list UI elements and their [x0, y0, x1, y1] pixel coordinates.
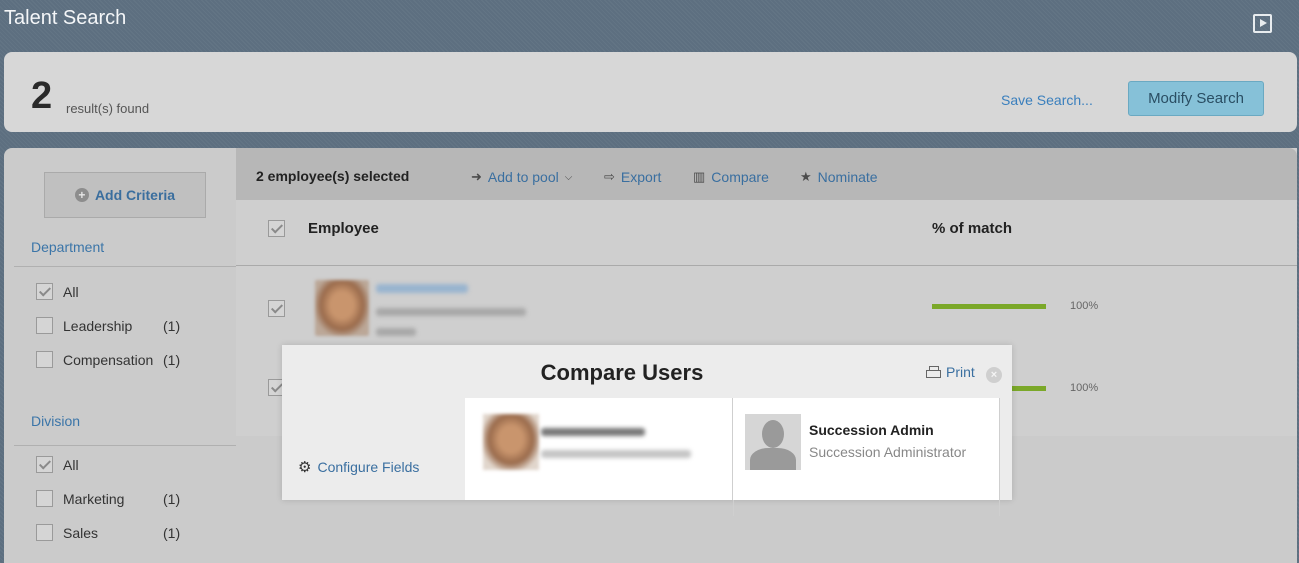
- facet-row-department-all[interactable]: All: [36, 283, 163, 300]
- bar-chart-icon: ▥: [693, 169, 706, 184]
- facet-label: Leadership: [63, 317, 133, 334]
- nominate-label: Nominate: [817, 169, 878, 185]
- checkbox[interactable]: [36, 456, 53, 473]
- user-name-blurred: [541, 428, 645, 436]
- export-icon: ⇨: [604, 169, 615, 184]
- match-bar: [932, 304, 1046, 309]
- nominate-action[interactable]: ★ Nominate: [800, 169, 878, 185]
- printer-icon: [925, 365, 942, 379]
- selected-count: 2 employee(s) selected: [256, 168, 410, 184]
- print-label: Print: [946, 364, 975, 380]
- facet-count: (1): [163, 317, 181, 334]
- export-label: Export: [620, 169, 662, 185]
- facet-count: (1): [163, 351, 181, 368]
- result-count: 2: [31, 75, 53, 117]
- column-divider: [733, 500, 734, 516]
- configure-fields-label: Configure Fields: [317, 459, 420, 475]
- employee-location: [376, 328, 416, 336]
- sign-in-icon: ➜: [471, 169, 482, 184]
- checkbox[interactable]: [36, 317, 53, 334]
- star-icon: ★: [800, 169, 812, 184]
- facet-divider: [14, 445, 236, 446]
- configure-fields-link[interactable]: ⚙ Configure Fields: [298, 458, 419, 476]
- employee-name-link[interactable]: [376, 284, 468, 293]
- add-criteria-button[interactable]: + Add Criteria: [44, 172, 206, 218]
- avatar: [483, 414, 539, 470]
- results-bar: 2 result(s) found Save Search... Modify …: [4, 52, 1297, 132]
- facet-count: (1): [163, 490, 181, 507]
- chevron-down-icon: ⌵: [564, 171, 573, 183]
- facet-label: All: [63, 283, 79, 300]
- select-all-checkbox[interactable]: [268, 220, 285, 237]
- facet-row-leadership[interactable]: Leadership (1): [36, 317, 180, 334]
- compare-user-column-1: [465, 398, 733, 500]
- plus-circle-icon: +: [74, 188, 89, 202]
- result-label: result(s) found: [66, 101, 150, 116]
- avatar: [315, 280, 369, 336]
- facet-row-marketing[interactable]: Marketing (1): [36, 490, 180, 507]
- user-name: Succession Admin: [809, 422, 934, 438]
- facet-row-compensation[interactable]: Compensation (1): [36, 351, 180, 368]
- modal-fields-column: ⚙ Configure Fields: [282, 398, 465, 500]
- match-percent: 100%: [1070, 382, 1099, 394]
- facet-row-division-all[interactable]: All: [36, 456, 163, 473]
- modal-title: Compare Users: [540, 360, 704, 385]
- export-action[interactable]: ⇨ Export: [604, 169, 661, 185]
- checkbox[interactable]: [36, 490, 53, 507]
- list-header: Employee % of match: [236, 200, 1297, 266]
- save-search-link[interactable]: Save Search...: [1001, 92, 1093, 108]
- facet-label: Marketing: [63, 490, 125, 507]
- compare-users-modal: Compare Users Print × ⚙ Configure Fields…: [282, 345, 1012, 500]
- add-to-pool-label: Add to pool: [487, 169, 559, 185]
- checkbox[interactable]: [36, 524, 53, 541]
- match-column-header: % of match: [932, 220, 1013, 237]
- facet-row-sales[interactable]: Sales (1): [36, 524, 180, 541]
- user-title: Succession Administrator: [809, 444, 967, 460]
- compare-user-column-2: Succession Admin Succession Administrato…: [733, 398, 1000, 500]
- column-divider: [999, 500, 1000, 516]
- match-percent: 100%: [1070, 300, 1099, 312]
- user-title-blurred: [541, 450, 691, 458]
- close-icon[interactable]: ×: [986, 367, 1002, 383]
- facet-label: Compensation: [63, 351, 154, 368]
- modify-search-button[interactable]: Modify Search: [1128, 81, 1264, 116]
- facet-divider: [14, 266, 236, 267]
- facet-label: Sales: [63, 524, 99, 541]
- row-checkbox[interactable]: [268, 300, 285, 317]
- employee-title: [376, 308, 526, 316]
- selection-toolbar: 2 employee(s) selected ➜ Add to pool ⌵ ⇨…: [236, 148, 1297, 200]
- page-title: Talent Search: [4, 7, 127, 29]
- compare-action[interactable]: ▥ Compare: [693, 169, 769, 185]
- avatar-placeholder: [745, 414, 801, 470]
- division-facet-title: Division: [31, 413, 81, 429]
- print-link[interactable]: Print: [925, 364, 975, 380]
- facet-label: All: [63, 456, 79, 473]
- add-to-pool-action[interactable]: ➜ Add to pool ⌵: [471, 169, 572, 185]
- department-facet-title: Department: [31, 239, 105, 255]
- compare-label: Compare: [711, 169, 769, 185]
- add-criteria-label: Add Criteria: [94, 187, 176, 203]
- gear-icon: ⚙: [298, 459, 312, 476]
- play-icon[interactable]: [1253, 14, 1272, 33]
- employee-column-header: Employee: [308, 220, 379, 237]
- checkbox[interactable]: [36, 351, 53, 368]
- facet-count: (1): [163, 524, 181, 541]
- checkbox[interactable]: [36, 283, 53, 300]
